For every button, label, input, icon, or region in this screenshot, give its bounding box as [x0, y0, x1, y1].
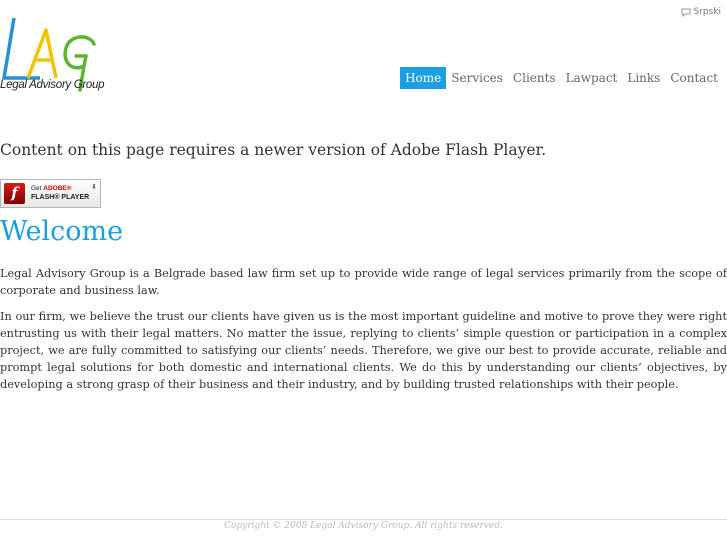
- logo-text: Legal Advisory Group: [0, 79, 105, 91]
- download-arrow-icon: ⬇: [91, 183, 97, 191]
- intro-paragraph: Legal Advisory Group is a Belgrade based…: [0, 267, 727, 297]
- footer-divider: [0, 519, 727, 520]
- nav-item-clients[interactable]: Clients: [508, 67, 561, 89]
- adobe-flash-icon: f: [4, 183, 25, 204]
- company-logo[interactable]: Legal Advisory Group: [0, 16, 120, 96]
- get-flash-player-button[interactable]: f Get ADOBE® FLASH® PLAYER ⬇: [0, 179, 101, 208]
- nav-item-contact[interactable]: Contact: [665, 67, 723, 89]
- flash-required-message: Content on this page requires a newer ve…: [0, 141, 547, 159]
- flash-badge-line1: Get ADOBE®: [31, 185, 72, 192]
- main-navigation: Home Services Clients Lawpact Links Cont…: [400, 67, 723, 89]
- language-switch-link[interactable]: Srpski: [681, 7, 721, 17]
- nav-item-lawpact[interactable]: Lawpact: [561, 67, 623, 89]
- nav-item-links[interactable]: Links: [622, 67, 665, 89]
- language-switch-label: Srpski: [693, 7, 721, 17]
- nav-item-services[interactable]: Services: [446, 67, 508, 89]
- page-title: Welcome: [0, 216, 124, 247]
- nav-item-home[interactable]: Home: [400, 67, 447, 89]
- flash-badge-line2: FLASH® PLAYER: [31, 194, 90, 201]
- footer-copyright: Copyright © 2008 Legal Advisory Group. A…: [224, 521, 503, 531]
- speech-bubble-icon: [681, 8, 691, 17]
- firm-paragraph: In our firm, we believe the trust our cl…: [0, 310, 727, 391]
